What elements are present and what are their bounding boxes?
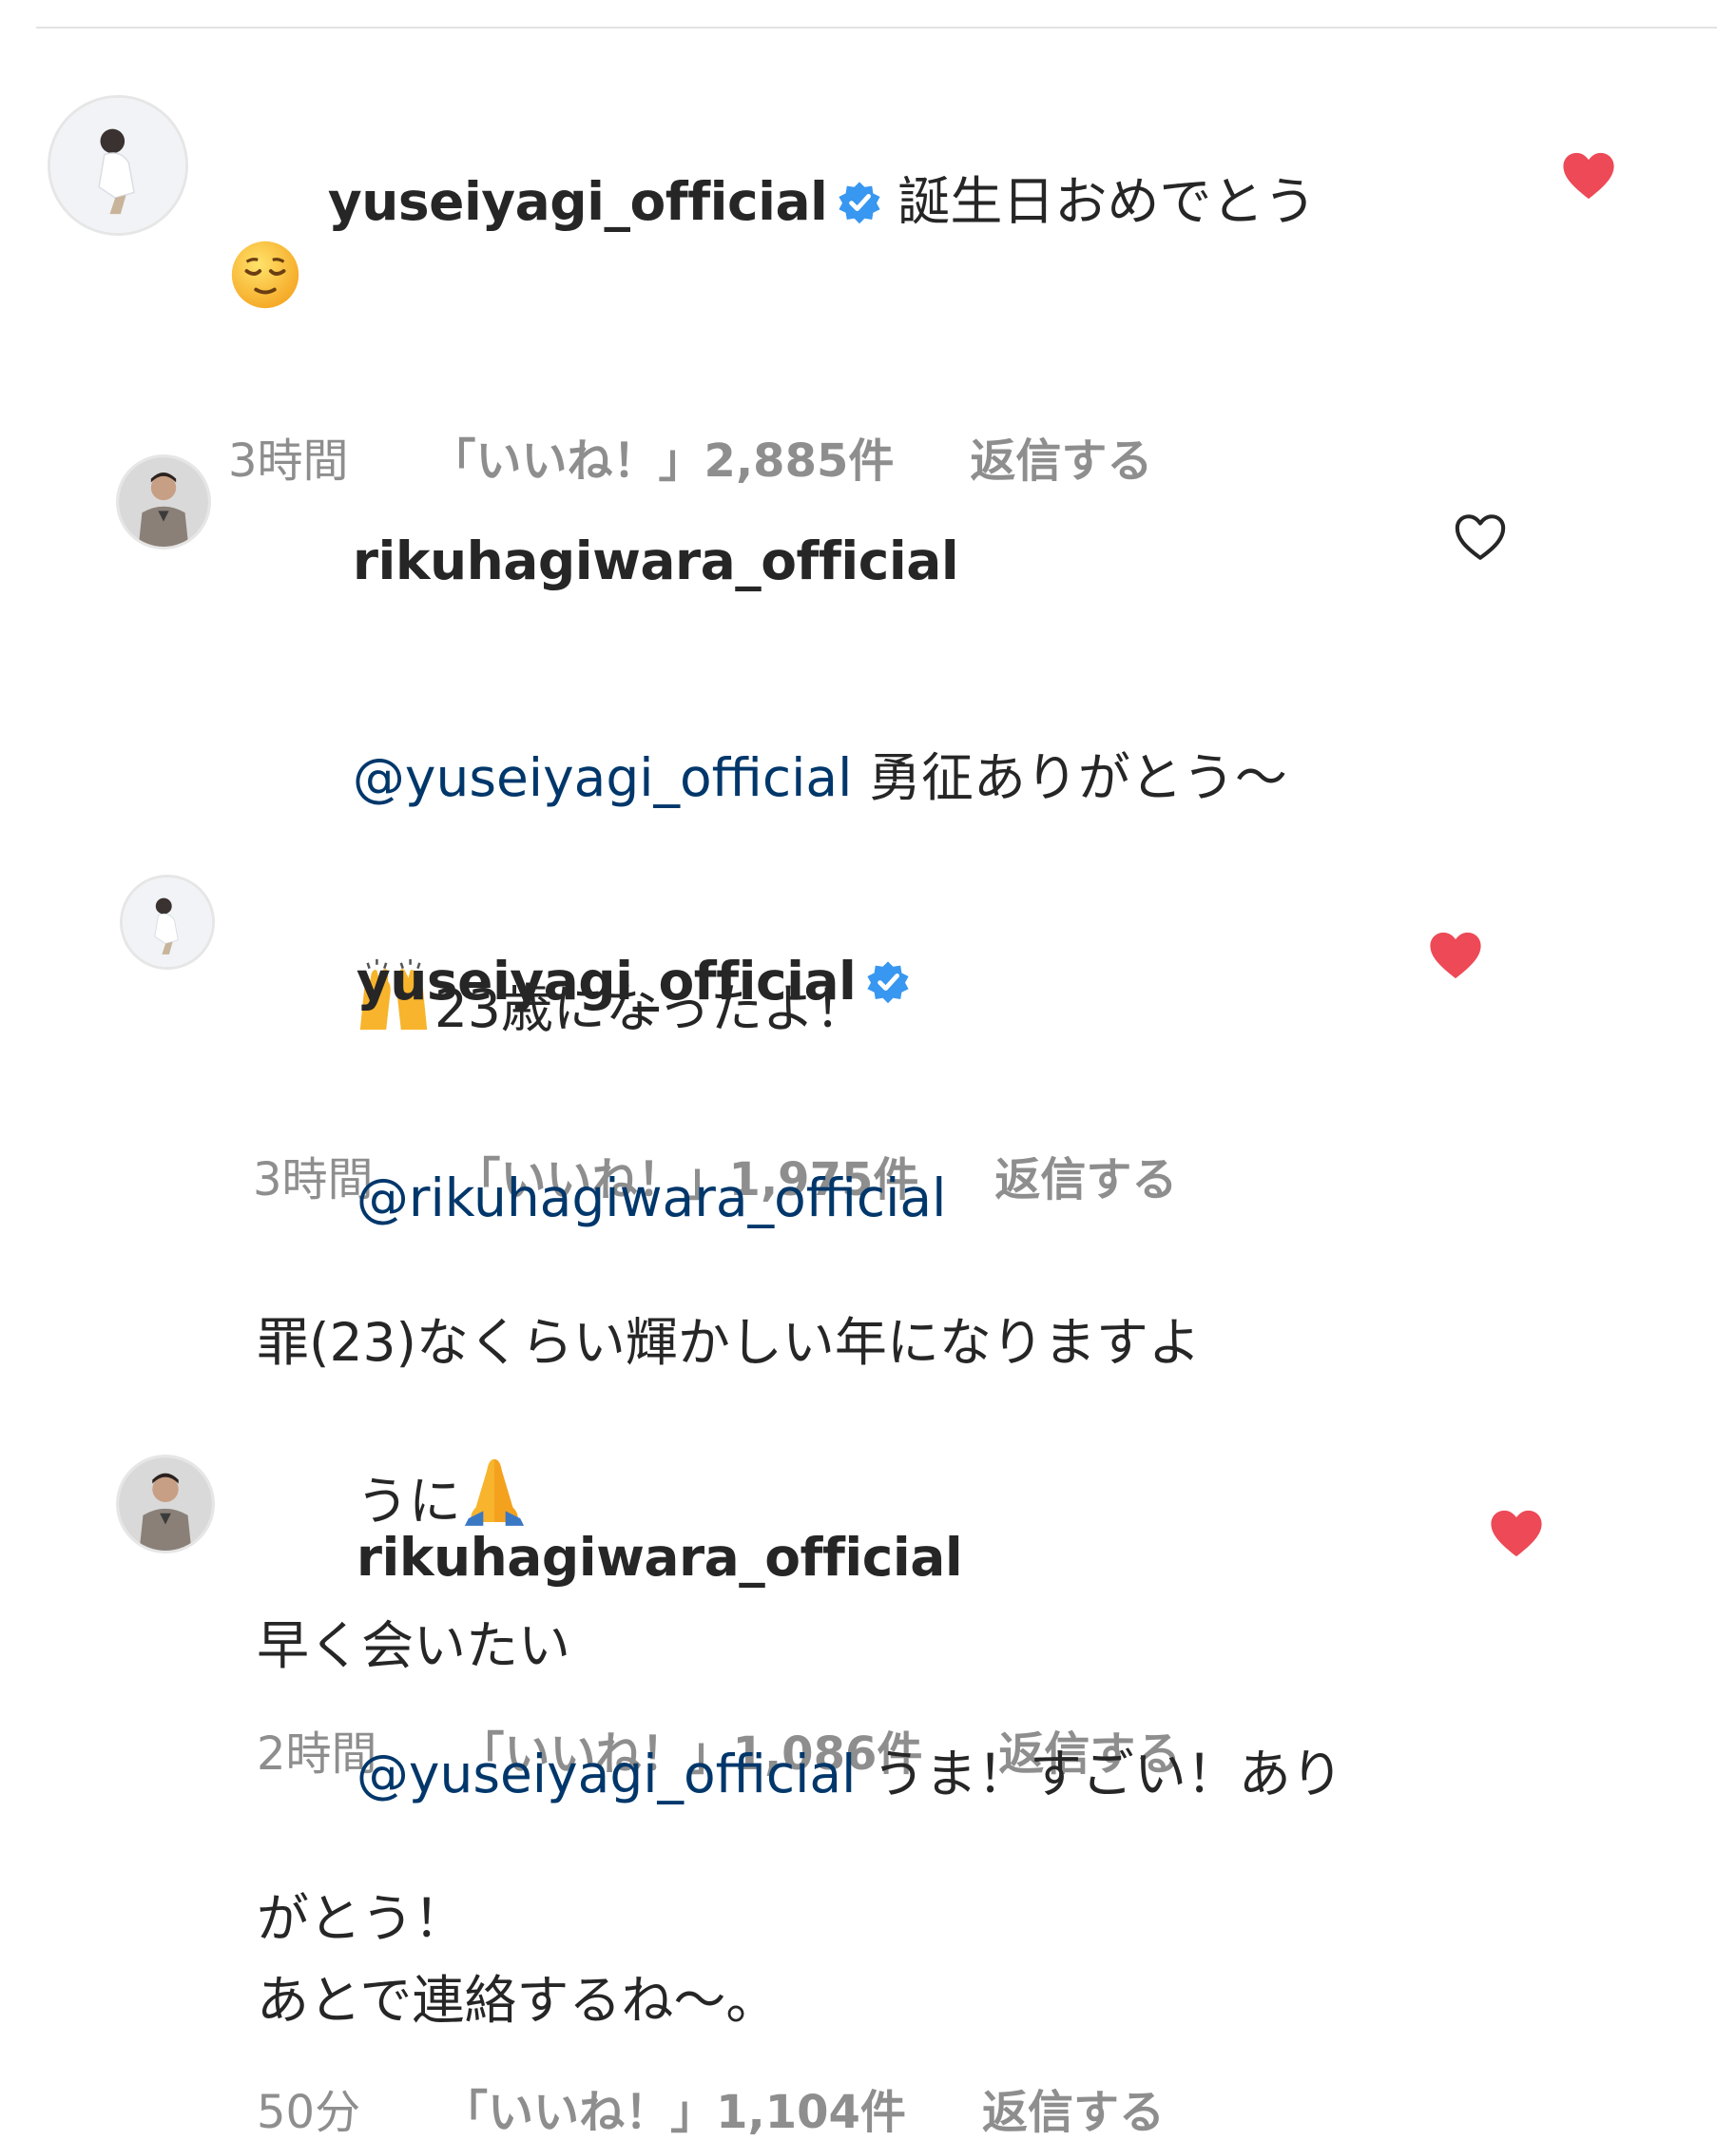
comment-message: @yuseiyagi_official うま！すごい！あり [356,1744,1343,1804]
avatar[interactable] [116,454,211,550]
reply-button[interactable]: 返信する [982,2074,1165,2141]
like-heart-icon[interactable] [1428,930,1483,981]
mention-link[interactable]: @rikuhagiwara_official [357,1167,947,1228]
like-heart-icon[interactable] [1489,1508,1544,1559]
relieved-face-emoji [231,241,299,309]
comment-message-line3: あとで連絡するね〜。 [257,1970,779,2031]
comment-time: 50分 [257,2086,361,2139]
username-link[interactable]: yuseiyagi_official [357,951,857,1012]
mention-line: @rikuhagiwara_official [257,1090,1398,1306]
avatar[interactable] [120,875,215,970]
comment-message: @yuseiyagi_official 勇征ありがとう〜 [352,747,1287,808]
comment-header: rikuhagiwara_official [257,1449,1398,1666]
avatar-yuseiyagi-image [50,98,185,233]
top-divider [36,27,1717,29]
username-link[interactable]: yuseiyagi_official [328,171,828,232]
like-heart-icon[interactable] [1561,150,1616,202]
comment-meta: 50分 「いいね！」1,104件 返信する [257,2074,1398,2141]
likes-count-link[interactable]: 「いいね！」1,104件 [442,2074,906,2141]
username-link[interactable]: rikuhagiwara_official [353,530,959,591]
verified-badge-icon [839,182,881,224]
comment-text: yuseiyagi_official 誕生日おめでとう [228,93,1369,395]
avatar[interactable] [48,95,188,236]
verified-badge-icon [867,961,910,1004]
like-heart-outline-icon[interactable] [1453,511,1508,563]
mention-link[interactable]: @yuseiyagi_official [357,1744,856,1804]
mention-link[interactable]: @yuseiyagi_official [353,747,852,808]
comment-message-line2: がとう！ [257,1888,467,1949]
avatar-yuseiyagi-image [123,878,212,967]
comment-message: 罪(23)なくらい輝かしい年になりますよ [257,1312,1201,1373]
username-link[interactable]: rikuhagiwara_official [357,1527,963,1588]
avatar-rikuhagiwara-image [119,457,208,547]
avatar[interactable] [116,1455,215,1553]
comment-message: 誕生日おめでとう [897,171,1317,232]
comment-header: yuseiyagi_official [257,873,1398,1090]
comment-text: rikuhagiwara_official [253,453,1394,669]
avatar-rikuhagiwara-image [119,1457,212,1551]
